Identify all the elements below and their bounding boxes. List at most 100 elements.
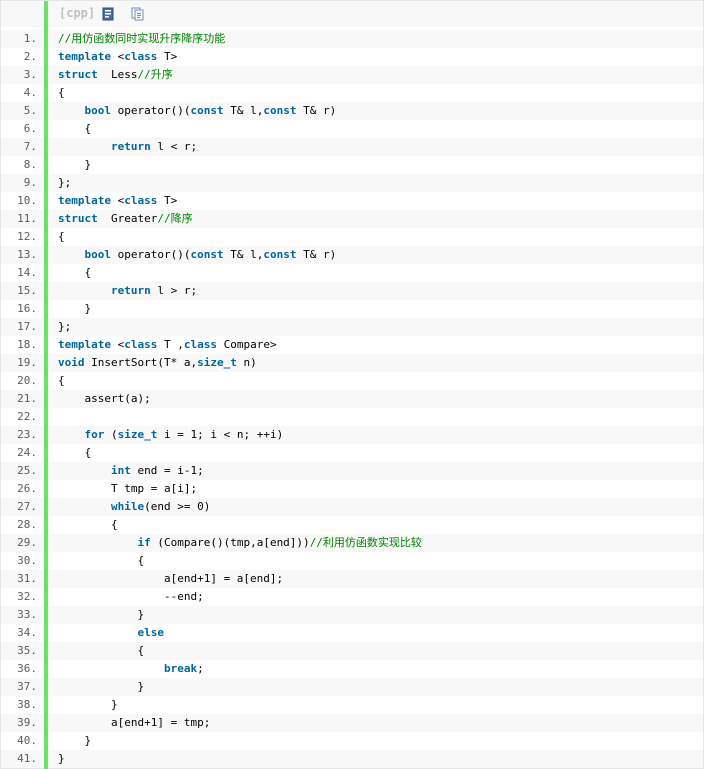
line-number: 17. xyxy=(17,320,37,333)
code-token: T> xyxy=(157,194,178,207)
code-token: operator()( xyxy=(111,248,191,261)
code-line: 13. bool operator()(const T& l,const T& … xyxy=(1,246,703,264)
code-token: a[end+1] = a[end]; xyxy=(58,572,284,585)
line-number: 7. xyxy=(23,140,37,153)
code-line: 8. } xyxy=(1,156,703,174)
code-line: 22. xyxy=(1,408,703,426)
line-number: 41. xyxy=(17,752,37,765)
code-text: { xyxy=(58,120,91,138)
code-text: void InsertSort(T* a,size_t n) xyxy=(58,354,257,372)
code-text: while(end >= 0) xyxy=(58,498,210,516)
code-line: 19. void InsertSort(T* a,size_t n) xyxy=(1,354,703,372)
code-line: 7. return l < r; xyxy=(1,138,703,156)
code-line: 37. } xyxy=(1,678,703,696)
code-keyword: return xyxy=(110,140,151,153)
code-keyword: class xyxy=(124,194,158,207)
line-number: 37. xyxy=(17,680,37,693)
line-number: 4. xyxy=(23,86,37,99)
code-text: a[end+1] = a[end]; xyxy=(58,570,283,588)
code-text: } xyxy=(58,156,91,174)
line-number: 40. xyxy=(17,734,37,747)
code-line: 20. { xyxy=(1,372,703,390)
code-text: }; xyxy=(58,174,71,192)
line-number: 31. xyxy=(17,572,37,585)
code-text: //用仿函数同时实现升序降序功能 xyxy=(58,30,225,48)
code-keyword: const xyxy=(190,104,224,117)
code-line: 2. template <class T> xyxy=(1,48,703,66)
code-token: { xyxy=(58,554,145,567)
code-token: } xyxy=(58,680,145,693)
line-number: 33. xyxy=(17,608,37,621)
line-number: 30. xyxy=(17,554,37,567)
code-keyword: for xyxy=(84,428,105,441)
code-keyword: template xyxy=(58,338,111,351)
code-token: end = i-1; xyxy=(130,464,204,477)
code-token: { xyxy=(58,518,118,531)
code-line: 11. struct Greater//降序 xyxy=(1,210,703,228)
code-line: 4. { xyxy=(1,84,703,102)
code-line: 21. assert(a); xyxy=(1,390,703,408)
code-token: { xyxy=(58,374,65,387)
code-token: T , xyxy=(157,338,184,351)
copy-icon[interactable] xyxy=(131,6,145,21)
code-text: { xyxy=(58,264,91,282)
line-number: 21. xyxy=(17,392,37,405)
line-number: 34. xyxy=(17,626,37,639)
code-keyword: size_t xyxy=(197,356,237,369)
code-line: 34. else xyxy=(1,624,703,642)
code-token: { xyxy=(58,230,65,243)
code-keyword: struct xyxy=(58,212,98,225)
line-number: 11. xyxy=(17,212,37,225)
line-number: 18. xyxy=(17,338,37,351)
line-number: 39. xyxy=(17,716,37,729)
code-token: < xyxy=(110,194,125,207)
code-comment: //用仿函数同时实现升序降序功能 xyxy=(58,32,226,45)
code-token: T tmp = a[i]; xyxy=(58,482,198,495)
code-token: (end >= 0) xyxy=(144,500,211,513)
code-line: 3. struct Less//升序 xyxy=(1,66,703,84)
code-token: i = 1; i < n; ++i) xyxy=(157,428,284,441)
code-token: a[end+1] = tmp; xyxy=(58,716,211,729)
code-token: }; xyxy=(58,320,72,333)
code-line: 6. { xyxy=(1,120,703,138)
code-keyword: size_t xyxy=(117,428,158,441)
code-text: assert(a); xyxy=(58,390,150,408)
line-number: 38. xyxy=(17,698,37,711)
line-number: 9. xyxy=(23,176,37,189)
code-text: { xyxy=(58,372,65,390)
line-number: 35. xyxy=(17,644,37,657)
code-token: { xyxy=(58,644,145,657)
language-label: [cpp] xyxy=(59,6,96,20)
code-text: bool operator()(const T& l,const T& r) xyxy=(58,246,337,264)
code-lines: 1.//用仿函数同时实现升序降序功能 2. template <class T> 3.… xyxy=(1,30,703,768)
code-token: T> xyxy=(157,50,178,63)
view-source-icon[interactable] xyxy=(101,6,115,21)
code-line: 9.}; xyxy=(1,174,703,192)
gutter-bar xyxy=(44,1,48,769)
code-text: }; xyxy=(58,318,71,336)
line-number: 3. xyxy=(23,68,37,81)
code-keyword: return xyxy=(110,284,151,297)
code-token: T& r) xyxy=(296,248,337,261)
line-number: 6. xyxy=(23,122,37,135)
code-line: 25. int end = i-1; xyxy=(1,462,703,480)
code-text: } xyxy=(58,750,65,768)
code-token: (Compare()(tmp,a[end])) xyxy=(150,536,310,549)
code-text: else xyxy=(58,624,164,642)
code-token: Less xyxy=(97,68,138,81)
code-text: } xyxy=(58,606,144,624)
code-keyword: class xyxy=(124,50,158,63)
code-token: T& l, xyxy=(223,104,264,117)
code-token: } xyxy=(58,608,145,621)
code-text xyxy=(58,408,65,426)
code-token: ( xyxy=(104,428,118,441)
code-text: struct Greater//降序 xyxy=(58,210,193,228)
code-keyword: void xyxy=(58,356,85,369)
code-line: 38. } xyxy=(1,696,703,714)
line-number: 5. xyxy=(23,104,37,117)
